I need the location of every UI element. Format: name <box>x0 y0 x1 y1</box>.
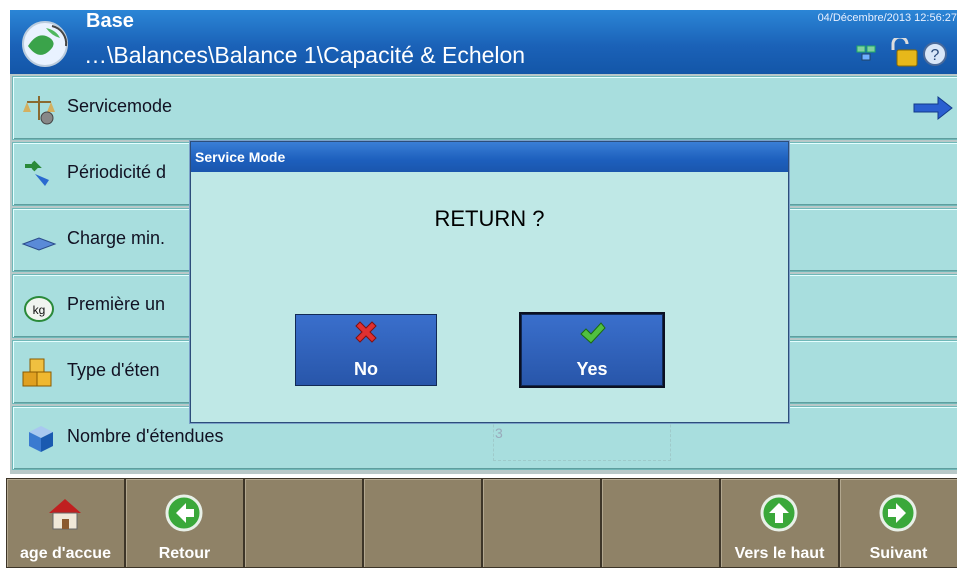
softkey-back[interactable]: Retour <box>125 478 244 568</box>
svg-text:kg: kg <box>33 303 46 317</box>
page-title: Base <box>86 10 134 32</box>
yes-button-label: Yes <box>576 359 608 379</box>
softkey-label: age d'accue <box>20 545 111 562</box>
arrows-icon <box>25 160 49 186</box>
softkey-label: Suivant <box>869 545 928 562</box>
plate-icon <box>21 237 57 251</box>
list-item-servicemode[interactable]: Servicemode <box>12 76 957 140</box>
list-item-label: Charge min. <box>67 228 166 248</box>
dialog-title-bar: Service Mode <box>191 142 788 172</box>
lock-icon[interactable] <box>891 38 918 67</box>
value-text: 3 <box>495 425 503 441</box>
softkey-empty-1[interactable] <box>244 478 363 568</box>
service-mode-dialog: Service Mode RETURN ? No Yes <box>190 141 789 423</box>
softkey-up[interactable]: Vers le haut <box>720 478 839 568</box>
softkey-empty-4[interactable] <box>601 478 720 568</box>
arrow-right-icon[interactable] <box>912 95 954 121</box>
list-item-label: Nombre d'étendues <box>67 426 224 446</box>
softkey-home[interactable]: age d'accue <box>6 478 125 568</box>
softkey-next[interactable]: Suivant <box>839 478 957 568</box>
back-icon <box>165 494 203 532</box>
next-icon <box>879 494 917 532</box>
scale-gear-icon <box>23 96 55 125</box>
breadcrumb: …\Balances\Balance 1\Capacité & Echelon <box>84 42 526 68</box>
dialog-title: Service Mode <box>195 149 286 165</box>
status-icons: ? <box>856 38 947 67</box>
help-icon[interactable]: ? <box>923 42 947 66</box>
softkey-label: Retour <box>158 545 211 562</box>
softkey-label: Vers le haut <box>734 545 825 562</box>
no-button[interactable]: No <box>295 314 437 386</box>
yes-button[interactable]: Yes <box>521 314 663 386</box>
datetime-display: 04/Décembre/2013 12:56:27 <box>817 12 957 24</box>
title-bar: Base …\Balances\Balance 1\Capacité & Ech… <box>10 10 957 74</box>
list-item-label: Première un <box>67 294 166 314</box>
list-item-label: Servicemode <box>67 96 173 116</box>
globe-logo-icon <box>22 21 68 67</box>
kg-icon: kg <box>24 296 54 322</box>
check-icon <box>580 322 606 344</box>
close-icon <box>355 321 377 343</box>
cube-icon <box>29 426 53 452</box>
list-item-label: Périodicité d <box>67 162 167 182</box>
dialog-message: RETURN ? <box>434 206 545 231</box>
network-icon <box>856 45 876 61</box>
up-icon <box>760 494 798 532</box>
softkey-bar: age d'accue Retour Vers le haut Suivant <box>6 478 957 568</box>
app-window: Base …\Balances\Balance 1\Capacité & Ech… <box>0 0 957 568</box>
softkey-empty-3[interactable] <box>482 478 601 568</box>
svg-text:?: ? <box>931 47 940 64</box>
no-button-label: No <box>354 359 378 379</box>
home-icon <box>49 499 81 530</box>
boxes-icon <box>22 358 52 387</box>
list-item-label: Type d'éten <box>67 360 160 380</box>
softkey-empty-2[interactable] <box>363 478 482 568</box>
